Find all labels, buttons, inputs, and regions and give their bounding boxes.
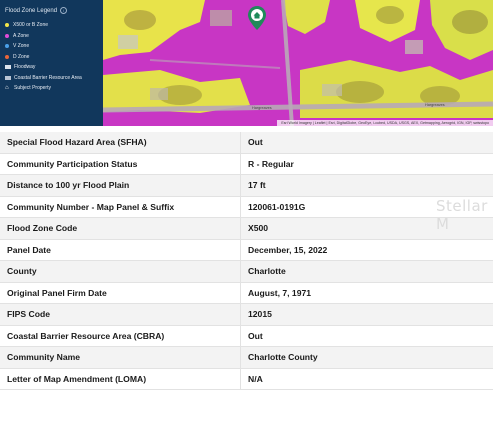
blue-dot-icon [5, 44, 9, 49]
row-label: County [0, 260, 241, 283]
legend-title-row: Flood Zone Legend i [5, 7, 103, 14]
legend-item-label: V Zone [13, 43, 30, 50]
row-label: Letter of Map Amendment (LOMA) [0, 368, 241, 390]
row-label: Flood Zone Code [0, 217, 241, 240]
home-icon: ⌂ [5, 84, 9, 91]
row-value: Charlotte [240, 260, 493, 283]
map-attribution[interactable]: Esri World Imagery | Leaflet | Esri, Dig… [277, 120, 493, 126]
row-value: Out [240, 132, 493, 154]
road-label: Hargreaves [252, 106, 272, 110]
table-row: County Charlotte [0, 260, 493, 283]
row-label: Community Name [0, 346, 241, 369]
legend-item-label: X500 or B Zone [13, 22, 49, 29]
legend-item: Coastal Barrier Resource Area [5, 73, 103, 84]
row-label: Community Number - Map Panel & Suffix [0, 196, 241, 218]
table-row: Flood Zone Code X500 [0, 217, 493, 240]
table-row: Panel Date December, 15, 2022 [0, 239, 493, 261]
cbra-swatch-icon [5, 75, 11, 80]
row-label: Original Panel Firm Date [0, 282, 241, 304]
legend-item: V Zone [5, 41, 103, 52]
row-label: Special Flood Hazard Area (SFHA) [0, 132, 241, 154]
row-label: Distance to 100 yr Flood Plain [0, 174, 241, 197]
flood-info-table-wrapper: Special Flood Hazard Area (SFHA) Out Commu… [0, 132, 493, 390]
table-row: Letter of Map Amendment (LOMA) N/A [0, 368, 493, 390]
row-value: R - Regular [240, 153, 493, 175]
legend-item: X500 or B Zone [5, 20, 103, 31]
row-value: Out [240, 325, 493, 347]
watermark: Stellar M [436, 197, 488, 233]
legend-item-label: Subject Property [14, 85, 51, 92]
row-value: August, 7, 1971 [240, 282, 493, 304]
legend-item: ⌂ Subject Property [5, 83, 103, 94]
row-value: 12015 [240, 303, 493, 326]
road-label: Hargreaves [425, 103, 445, 107]
row-label: Coastal Barrier Resource Area (CBRA) [0, 325, 241, 347]
flood-zone-legend: Flood Zone Legend i X500 or B Zone A Zon… [0, 0, 103, 126]
flood-info-table: Special Flood Hazard Area (SFHA) Out Commu… [0, 132, 493, 390]
row-value: 17 ft [240, 174, 493, 197]
legend-item: D Zone [5, 52, 103, 63]
flood-zone-map[interactable]: Hargreaves Hargreaves Flood Zone Legend … [0, 0, 493, 126]
legend-item: A Zone [5, 31, 103, 42]
table-row: Community Participation Status R - Regula… [0, 153, 493, 175]
row-label: FIPS Code [0, 303, 241, 326]
legend-item-label: D Zone [13, 53, 30, 60]
magenta-dot-icon [5, 33, 9, 38]
table-row: Original Panel Firm Date August, 7, 1971 [0, 282, 493, 304]
subject-property-pin-icon[interactable] [248, 6, 266, 30]
orange-dot-icon [5, 54, 9, 59]
table-row: Distance to 100 yr Flood Plain 17 ft [0, 174, 493, 197]
legend-item-label: A Zone [13, 32, 29, 39]
legend-item-label: Coastal Barrier Resource Area [14, 74, 82, 81]
row-label: Community Participation Status [0, 153, 241, 175]
row-value: Charlotte County [240, 346, 493, 369]
table-row: Coastal Barrier Resource Area (CBRA) Out [0, 325, 493, 347]
row-label: Panel Date [0, 239, 241, 261]
row-value: N/A [240, 368, 493, 390]
yellow-dot-icon [5, 23, 9, 28]
table-row: Community Name Charlotte County [0, 346, 493, 369]
info-icon[interactable]: i [60, 7, 68, 14]
table-row: Special Flood Hazard Area (SFHA) Out [0, 132, 493, 154]
legend-item: Floodway [5, 62, 103, 73]
legend-item-label: Floodway [14, 64, 36, 71]
legend-title: Flood Zone Legend [5, 7, 58, 14]
table-row: FIPS Code 12015 [0, 303, 493, 326]
table-row: Community Number - Map Panel & Suffix 120… [0, 196, 493, 218]
row-value: December, 15, 2022 [240, 239, 493, 261]
floodway-swatch-icon [5, 65, 11, 70]
